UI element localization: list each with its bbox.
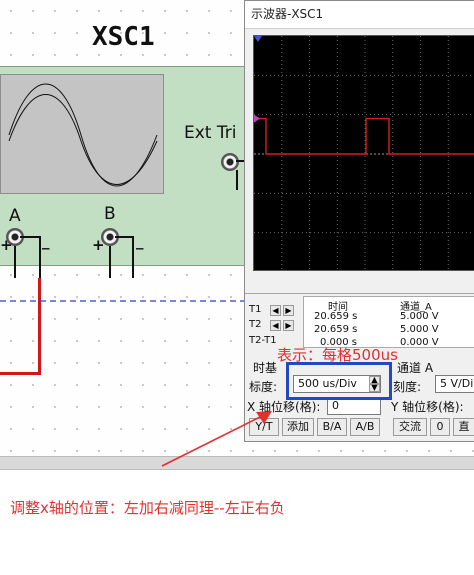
cursor-t1-marker [254, 36, 262, 42]
t2-ch-a: 5.000 V [400, 324, 439, 335]
annotation-top-text: 表示：每格500us [277, 346, 398, 364]
dc-button[interactable]: 直 [453, 418, 474, 436]
t2-label: T2 [249, 319, 262, 330]
oscilloscope-display[interactable] [253, 35, 474, 272]
timebase-section-label: 时基 [253, 361, 278, 375]
ext-trigger-terminal[interactable] [221, 153, 239, 171]
channel-b-minus: _ [136, 232, 144, 250]
wire[interactable] [109, 246, 111, 278]
channel-a-section-label: 通道 A [397, 361, 434, 375]
t1-ch-a: 5.000 V [400, 311, 439, 322]
wire-red[interactable] [38, 278, 41, 374]
zero-button[interactable]: 0 [430, 418, 450, 436]
t1-time: 20.659 s [314, 311, 358, 322]
t1-left-button[interactable]: ◀ [270, 305, 281, 316]
annotation-arrow-icon [161, 411, 272, 467]
wire-red[interactable] [0, 372, 41, 375]
ab-button[interactable]: A/B [350, 418, 380, 436]
ba-button[interactable]: B/A [317, 418, 347, 436]
channel-b-plus: + [92, 236, 105, 254]
t2-t1-label: T2-T1 [249, 335, 277, 346]
wire[interactable] [236, 170, 238, 190]
wire[interactable] [132, 236, 134, 278]
t2-left-button[interactable]: ◀ [270, 320, 281, 331]
instrument-title: XSC1 [92, 22, 155, 52]
channel-a-label: A [9, 206, 21, 226]
dashed-wire[interactable] [0, 298, 250, 304]
channel-b-label: B [104, 204, 116, 224]
channel-a-scale-field[interactable]: 5 V/Di [435, 375, 474, 393]
readout-table: 时间 通道_A 20.659 s 5.000 V 20.659 s 5.000 … [303, 296, 474, 348]
cursor-readout-panel: T1 ◀ ▶ T2 ◀ ▶ T2-T1 时间 通道_A 20.659 s 5.0… [245, 293, 474, 349]
ac-button[interactable]: 交流 [393, 418, 427, 436]
wire[interactable] [14, 246, 16, 278]
t2-right-button[interactable]: ▶ [283, 320, 294, 331]
wire[interactable] [115, 236, 133, 238]
ext-trigger-label: Ext Tri [184, 123, 237, 143]
channel-a-plus: + [0, 236, 13, 254]
annotation-highlight-box [286, 362, 392, 400]
channel-a-trace [254, 117, 474, 155]
wire[interactable] [20, 236, 40, 238]
t2-t1-ch-a: 0.000 V [400, 337, 439, 348]
t1-label: T1 [249, 304, 262, 315]
t1-right-button[interactable]: ▶ [283, 305, 294, 316]
t2-time: 20.659 s [314, 324, 358, 335]
annotation-bottom-text: 调整x轴的位置：左加右减同理--左正右负 [10, 499, 285, 517]
scope-grid [254, 36, 474, 272]
y-position-label: Y 轴位移(格): [391, 400, 464, 414]
timebase-scale-label: 标度: [249, 380, 278, 394]
sine-wave-icon [8, 83, 158, 187]
instrument-screen [0, 74, 164, 194]
channel-a-scale-label: 刻度: [393, 380, 422, 394]
wire[interactable] [39, 236, 41, 278]
trigger-level-marker [254, 114, 260, 123]
window-title[interactable]: 示波器-XSC1 [245, 1, 474, 29]
channel-a-minus: _ [42, 232, 50, 250]
